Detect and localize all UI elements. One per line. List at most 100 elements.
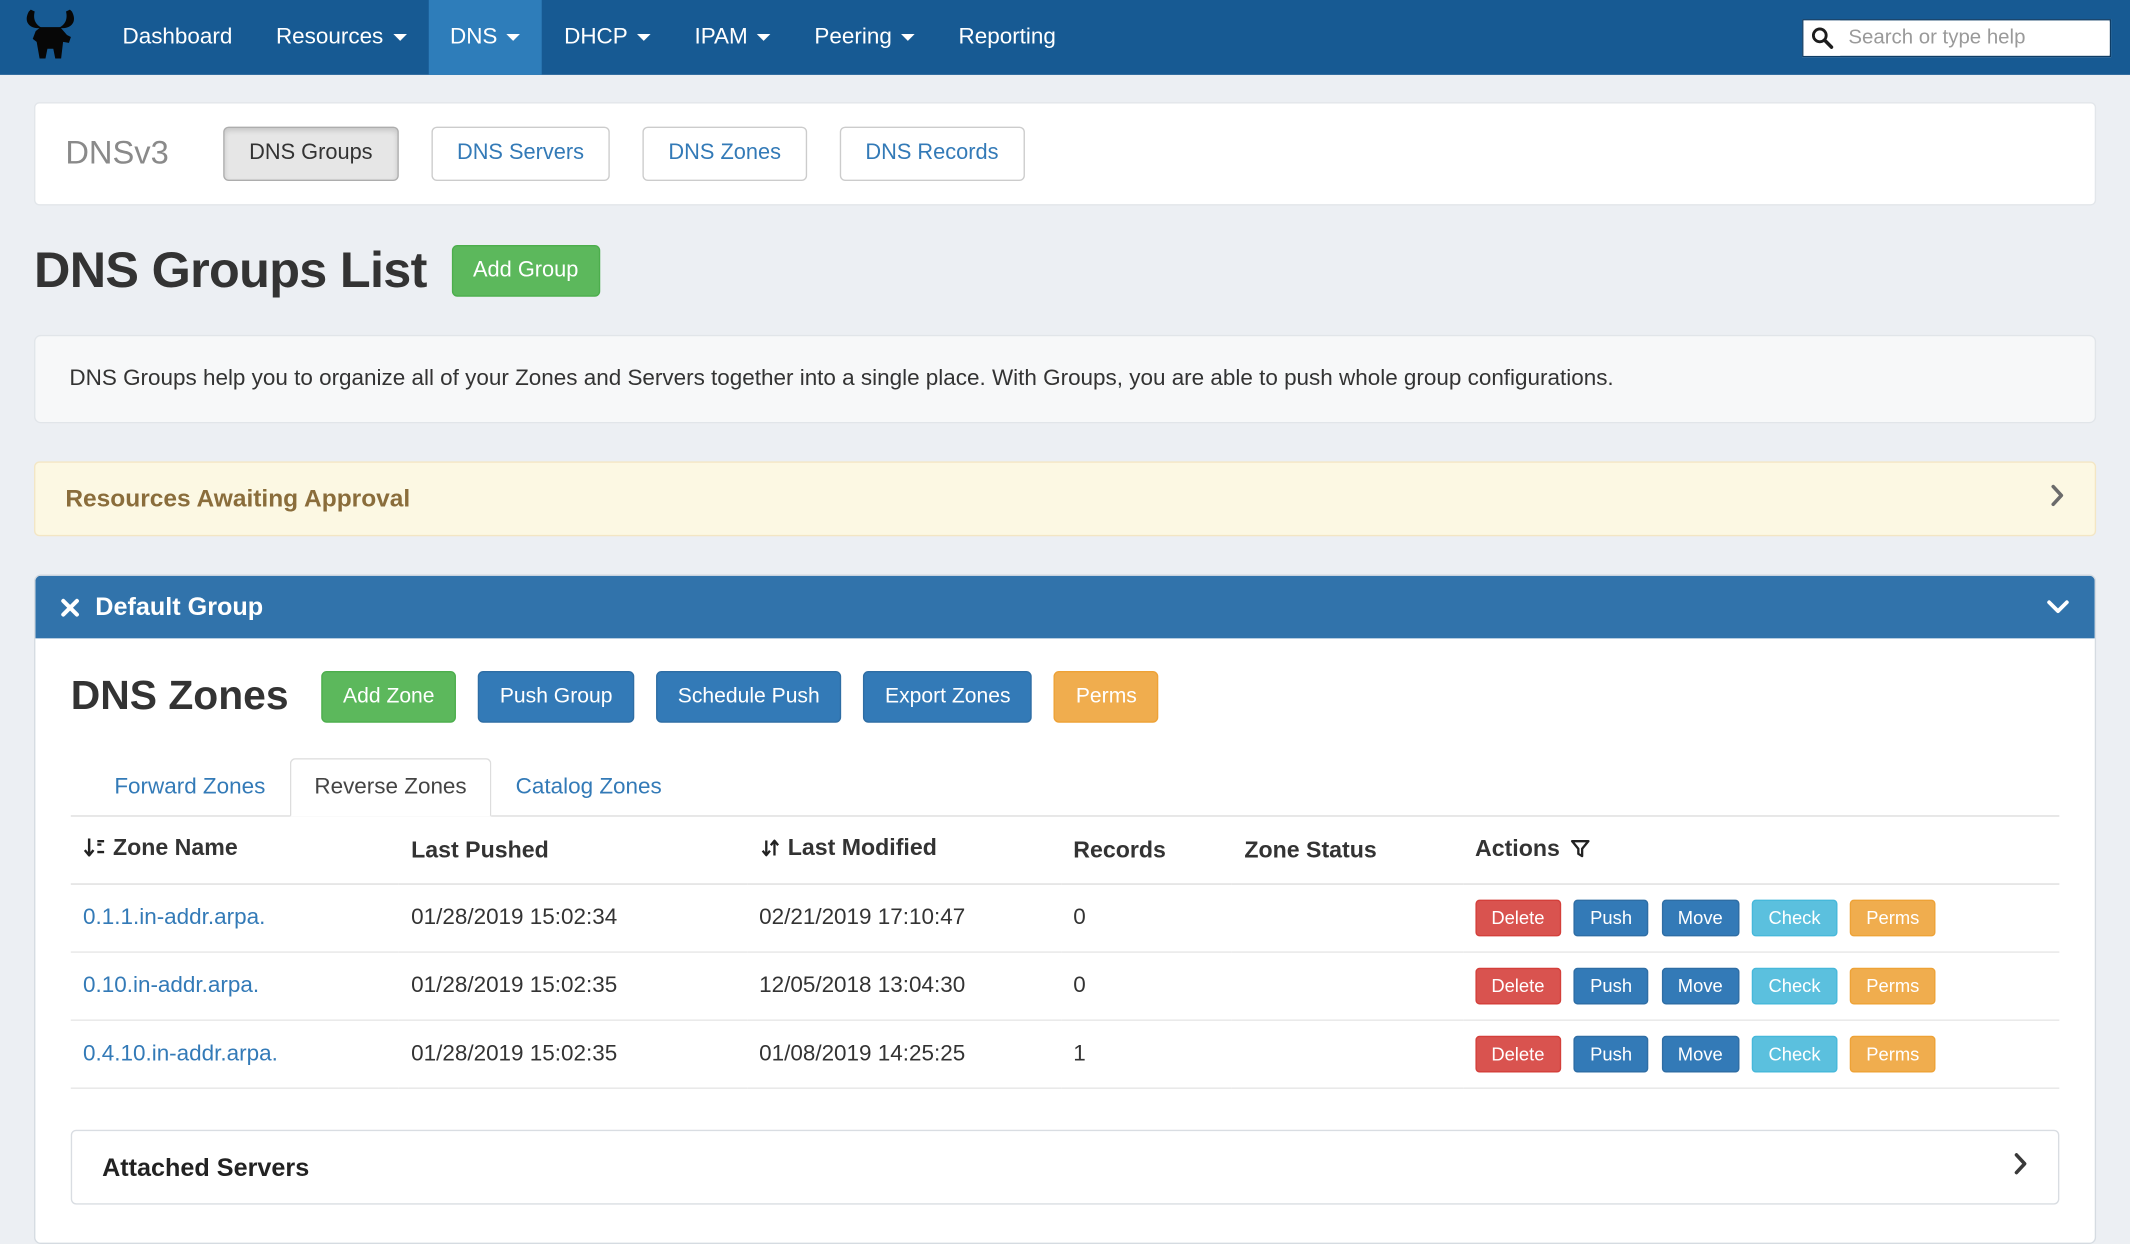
zone-status-cell [1232, 952, 1463, 1020]
nav-label: IPAM [694, 24, 747, 50]
last-pushed-cell: 01/28/2019 15:02:34 [399, 884, 747, 952]
filter-icon[interactable] [1569, 838, 1591, 865]
push-group-button[interactable]: Push Group [478, 671, 634, 723]
col-header-records: Records [1061, 817, 1232, 884]
nav-label: DHCP [564, 24, 628, 50]
col-header-last-modified[interactable]: Last Modified [747, 817, 1061, 884]
delete-button[interactable]: Delete [1475, 1036, 1561, 1073]
zone-status-cell [1232, 1020, 1463, 1088]
col-header-last-pushed[interactable]: Last Pushed [399, 817, 747, 884]
default-group-body: DNS Zones Add Zone Push Group Schedule P… [35, 638, 2094, 1242]
tab-catalog-zones[interactable]: Catalog Zones [491, 758, 686, 817]
perms-button[interactable]: Perms [1850, 1036, 1936, 1073]
brand-logo[interactable] [0, 0, 101, 75]
nav-item-dashboard[interactable]: Dashboard [101, 0, 254, 75]
nav-item-peering[interactable]: Peering [793, 0, 937, 75]
approval-panel[interactable]: Resources Awaiting Approval [34, 461, 2096, 536]
dns-zones-title: DNS Zones [71, 674, 289, 720]
perms-group-button[interactable]: Perms [1054, 671, 1159, 723]
main-nav: Dashboard Resources DNS DHCP IPAM Peerin… [101, 0, 1078, 75]
add-zone-button[interactable]: Add Zone [321, 671, 456, 723]
nav-item-dhcp[interactable]: DHCP [542, 0, 672, 75]
check-button[interactable]: Check [1752, 1036, 1837, 1073]
nav-label: Resources [276, 24, 383, 50]
sort-updown-icon [759, 837, 781, 866]
move-button[interactable]: Move [1661, 900, 1739, 937]
global-search [1802, 18, 2111, 56]
caret-down-icon [393, 34, 407, 41]
col-header-actions: Actions [1463, 817, 2060, 884]
perms-button[interactable]: Perms [1850, 900, 1936, 937]
last-modified-cell: 12/05/2018 13:04:30 [747, 952, 1061, 1020]
table-row: 0.10.in-addr.arpa. 01/28/2019 15:02:35 1… [71, 952, 2060, 1020]
move-button[interactable]: Move [1661, 968, 1739, 1005]
zone-name-link[interactable]: 0.4.10.in-addr.arpa. [83, 1041, 278, 1065]
tab-dns-servers[interactable]: DNS Servers [431, 127, 610, 181]
chevron-right-icon [2013, 1151, 2028, 1182]
nav-label: Peering [814, 24, 891, 50]
export-zones-button[interactable]: Export Zones [863, 671, 1032, 723]
actions-cell: Delete Push Move Check Perms [1463, 952, 2060, 1020]
default-group-panel: Default Group DNS Zones Add Zone Push Gr… [34, 574, 2096, 1244]
zone-name-link[interactable]: 0.1.1.in-addr.arpa. [83, 905, 265, 929]
last-modified-cell: 02/21/2019 17:10:47 [747, 884, 1061, 952]
subnav-title: DNSv3 [65, 135, 168, 173]
col-header-zone-status: Zone Status [1232, 817, 1463, 884]
caret-down-icon [901, 34, 915, 41]
search-icon[interactable] [1803, 20, 1840, 55]
caret-down-icon [637, 34, 651, 41]
tab-dns-zones[interactable]: DNS Zones [643, 127, 807, 181]
perms-button[interactable]: Perms [1850, 968, 1936, 1005]
zone-name-link[interactable]: 0.10.in-addr.arpa. [83, 973, 259, 997]
col-label: Last Modified [788, 834, 937, 860]
tab-dns-records[interactable]: DNS Records [840, 127, 1025, 181]
add-group-button[interactable]: Add Group [451, 245, 600, 297]
sort-alpha-icon [83, 836, 106, 866]
col-label: Actions [1475, 835, 1560, 861]
default-group-header[interactable]: Default Group [35, 576, 2094, 639]
check-button[interactable]: Check [1752, 900, 1837, 937]
col-header-zone-name[interactable]: Zone Name [71, 817, 399, 884]
search-input[interactable] [1840, 21, 2109, 54]
records-cell: 1 [1061, 1020, 1232, 1088]
push-button[interactable]: Push [1574, 968, 1649, 1005]
records-cell: 0 [1061, 884, 1232, 952]
nav-item-reporting[interactable]: Reporting [937, 0, 1078, 75]
nav-label: Dashboard [122, 24, 232, 50]
tab-reverse-zones[interactable]: Reverse Zones [290, 758, 491, 817]
last-pushed-cell: 01/28/2019 15:02:35 [399, 1020, 747, 1088]
caret-down-icon [507, 34, 521, 41]
attached-servers-title: Attached Servers [102, 1152, 309, 1182]
push-button[interactable]: Push [1574, 1036, 1649, 1073]
dns-zones-header: DNS Zones Add Zone Push Group Schedule P… [71, 671, 2060, 723]
chevron-down-icon[interactable] [2046, 592, 2070, 622]
attached-servers-panel[interactable]: Attached Servers [71, 1130, 2060, 1205]
check-button[interactable]: Check [1752, 968, 1837, 1005]
schedule-push-button[interactable]: Schedule Push [656, 671, 841, 723]
zones-table: Zone Name Last Pushed Last Modified Reco… [71, 817, 2060, 1089]
tab-dns-groups[interactable]: DNS Groups [223, 127, 398, 181]
move-button[interactable]: Move [1661, 1036, 1739, 1073]
push-button[interactable]: Push [1574, 900, 1649, 937]
zones-table-header-row: Zone Name Last Pushed Last Modified Reco… [71, 817, 2060, 884]
col-label: Zone Name [113, 834, 238, 860]
records-cell: 0 [1061, 952, 1232, 1020]
page-description: DNS Groups help you to organize all of y… [34, 335, 2096, 423]
actions-cell: Delete Push Move Check Perms [1463, 884, 2060, 952]
chevron-right-icon [2050, 483, 2065, 514]
delete-button[interactable]: Delete [1475, 900, 1561, 937]
table-row: 0.1.1.in-addr.arpa. 01/28/2019 15:02:34 … [71, 884, 2060, 952]
last-pushed-cell: 01/28/2019 15:02:35 [399, 952, 747, 1020]
tab-forward-zones[interactable]: Forward Zones [90, 758, 290, 817]
nav-item-resources[interactable]: Resources [254, 0, 428, 75]
col-label: Zone Status [1244, 836, 1376, 862]
nav-item-ipam[interactable]: IPAM [673, 0, 793, 75]
nav-item-dns[interactable]: DNS [428, 0, 542, 75]
close-icon[interactable] [60, 597, 80, 617]
last-modified-cell: 01/08/2019 14:25:25 [747, 1020, 1061, 1088]
delete-button[interactable]: Delete [1475, 968, 1561, 1005]
page-header: DNS Groups List Add Group [34, 242, 2096, 299]
top-navbar: Dashboard Resources DNS DHCP IPAM Peerin… [0, 0, 2130, 75]
approval-panel-title: Resources Awaiting Approval [65, 485, 410, 514]
caret-down-icon [757, 34, 771, 41]
